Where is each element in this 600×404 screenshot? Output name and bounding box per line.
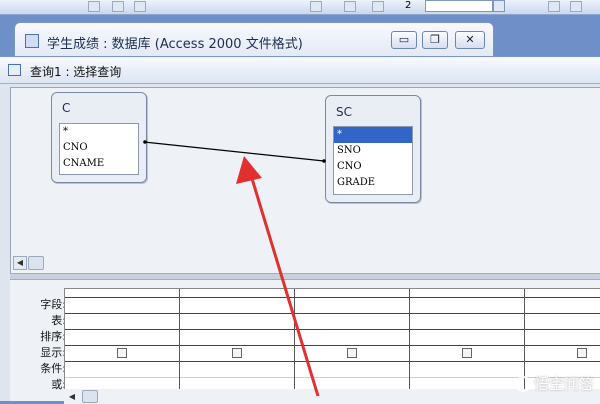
field-item[interactable]: SNO: [334, 143, 412, 159]
watermark-logo-icon: [514, 376, 531, 392]
field-item[interactable]: CNAME: [60, 156, 138, 172]
close-button[interactable]: ✕: [455, 31, 485, 49]
show-checkbox[interactable]: [347, 348, 357, 358]
grid-line: [65, 329, 600, 330]
watermark: 悟空问答: [514, 373, 594, 394]
app-toolbar: 2: [0, 0, 600, 15]
minimize-button[interactable]: ▭: [391, 31, 417, 49]
toolbar-button[interactable]: [570, 1, 582, 12]
database-icon: [25, 34, 39, 48]
grid-line: [65, 313, 600, 314]
toolbar-combo[interactable]: [425, 0, 493, 12]
table-design-pane[interactable]: C * CNO CNAME SC * SNO CNO GRADE ◀: [10, 87, 600, 274]
field-item[interactable]: *: [60, 124, 138, 140]
show-checkbox[interactable]: [577, 348, 587, 358]
chevron-down-icon[interactable]: [493, 0, 505, 12]
database-window-title: 学生成绩 : 数据库 (Access 2000 文件格式): [47, 37, 303, 52]
grid-line: [65, 297, 600, 298]
toolbar-button[interactable]: [548, 1, 560, 12]
toolbar-button[interactable]: [112, 1, 124, 12]
design-scrollbar[interactable]: ◀: [11, 256, 600, 270]
scroll-thumb[interactable]: [28, 256, 44, 270]
query-icon: [8, 64, 21, 76]
grid-line: [409, 289, 410, 389]
scroll-left-icon[interactable]: ◀: [66, 391, 78, 403]
grid-line: [179, 289, 180, 389]
table-box-c[interactable]: C * CNO CNAME: [51, 92, 147, 183]
field-item[interactable]: CNO: [334, 159, 412, 175]
query-window-title: 查询1 : 选择查询: [30, 65, 122, 79]
toolbar-button[interactable]: [310, 1, 322, 12]
field-item[interactable]: *: [334, 127, 412, 143]
toolbar-button[interactable]: [344, 1, 356, 12]
pane-splitter[interactable]: [10, 273, 600, 280]
show-checkbox[interactable]: [232, 348, 242, 358]
qbe-grid-pane: 字段: 表: 排序: 显示: 条件: 或: ◀: [10, 280, 600, 404]
table-name: SC: [336, 105, 352, 119]
table-name: C: [62, 101, 71, 115]
field-item[interactable]: GRADE: [334, 175, 412, 191]
grid-line: [294, 289, 295, 389]
restore-button[interactable]: ❐: [422, 31, 448, 49]
query-titlebar: 查询1 : 选择查询: [0, 57, 600, 84]
table-box-sc[interactable]: SC * SNO CNO GRADE: [325, 95, 421, 203]
field-item[interactable]: CNO: [60, 140, 138, 156]
row-label-field: 字段:: [40, 298, 66, 311]
field-list[interactable]: * SNO CNO GRADE: [333, 126, 413, 195]
query-window: 查询1 : 选择查询 C * CNO CNAME SC * SNO CNO GR…: [0, 56, 600, 404]
grid-line: [65, 345, 600, 346]
toolbar-button[interactable]: [372, 1, 384, 12]
toolbar-button[interactable]: [88, 1, 100, 12]
field-list[interactable]: * CNO CNAME: [59, 123, 139, 175]
toolbar-button[interactable]: [134, 1, 146, 12]
watermark-text: 悟空问答: [533, 375, 594, 393]
row-label-show: 显示:: [40, 346, 66, 359]
font-size-value: 2: [405, 0, 412, 11]
scroll-thumb[interactable]: [82, 390, 98, 403]
row-label-criteria: 条件:: [40, 362, 66, 375]
row-label-sort: 排序:: [40, 330, 66, 343]
scroll-left-icon[interactable]: ◀: [13, 256, 27, 270]
grid-line: [65, 361, 600, 362]
show-checkbox[interactable]: [462, 348, 472, 358]
show-checkbox[interactable]: [117, 348, 127, 358]
